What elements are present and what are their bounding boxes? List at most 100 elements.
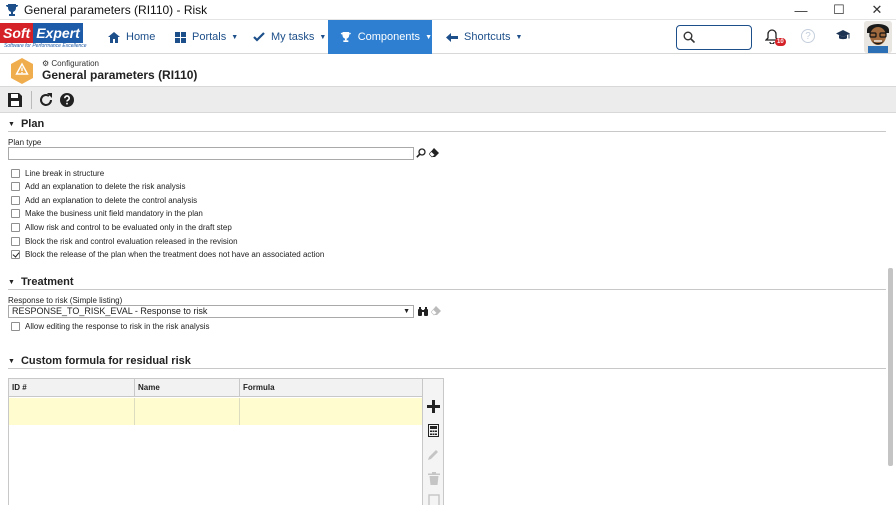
- nav-my-tasks[interactable]: My tasks ▼: [245, 20, 327, 54]
- nav-portals[interactable]: Portals ▼: [167, 20, 239, 54]
- save-icon: [8, 93, 22, 107]
- logo-soft: Soft: [0, 23, 34, 43]
- plan-option-checkbox[interactable]: [11, 237, 20, 246]
- response-to-risk-view-button[interactable]: [417, 305, 429, 317]
- allow-edit-response-checkbox[interactable]: [11, 322, 20, 331]
- plan-option-row[interactable]: Line break in structure: [11, 168, 104, 179]
- softexpert-logo[interactable]: Soft Expert Software for Performance Exc…: [0, 23, 92, 51]
- home-icon: [108, 31, 120, 43]
- nav-my-tasks-label: My tasks: [271, 31, 315, 43]
- plan-option-label: Make the business unit field mandatory i…: [25, 209, 203, 218]
- search-icon: [416, 148, 426, 158]
- plan-option-checkbox[interactable]: [11, 223, 20, 232]
- plan-type-search-button[interactable]: [415, 147, 427, 159]
- plan-option-checkbox[interactable]: [11, 196, 20, 205]
- plan-option-checkbox[interactable]: [11, 182, 20, 191]
- add-row-button[interactable]: [426, 399, 441, 414]
- warning-icon: [11, 58, 33, 84]
- column-header-name[interactable]: Name: [135, 379, 240, 397]
- close-button[interactable]: ✕: [858, 0, 896, 20]
- section-formula-title: Custom formula for residual risk: [20, 355, 191, 367]
- collapse-triangle-icon: ▼: [8, 358, 15, 365]
- graduation-cap-icon[interactable]: [836, 30, 850, 42]
- section-formula-header[interactable]: ▼ Custom formula for residual risk: [8, 355, 886, 369]
- gear-icon: ⚙: [42, 59, 50, 68]
- global-search[interactable]: [676, 25, 752, 50]
- chevron-down-icon: ▼: [319, 33, 327, 41]
- plan-type-label: Plan type: [8, 138, 42, 147]
- view-row-button[interactable]: [426, 493, 441, 505]
- plan-option-row[interactable]: Add an explanation to delete the risk an…: [11, 181, 186, 192]
- formula-calculator-button[interactable]: [426, 423, 441, 438]
- chevron-down-icon: ▼: [515, 33, 523, 41]
- plan-option-row[interactable]: Add an explanation to delete the control…: [11, 195, 197, 206]
- eraser-icon: [431, 306, 441, 316]
- collapse-triangle-icon: ▼: [8, 279, 15, 286]
- refresh-icon: [40, 93, 52, 106]
- allow-edit-response-row[interactable]: Allow editing the response to risk in th…: [11, 321, 210, 332]
- document-icon: [427, 494, 440, 505]
- help-icon[interactable]: ?: [801, 29, 815, 43]
- window-titlebar: General parameters (RI110) - Risk — ☐ ✕: [0, 0, 896, 20]
- allow-edit-response-label: Allow editing the response to risk in th…: [25, 322, 210, 331]
- refresh-button[interactable]: [37, 91, 55, 109]
- user-avatar[interactable]: [864, 21, 892, 53]
- maximize-button[interactable]: ☐: [820, 0, 858, 20]
- plan-option-label: Add an explanation to delete the risk an…: [25, 182, 186, 191]
- vertical-scrollbar[interactable]: [888, 268, 893, 466]
- plan-type-clear-button[interactable]: [428, 147, 440, 159]
- trophy-icon: [340, 31, 351, 43]
- nav-shortcuts[interactable]: Shortcuts ▼: [438, 20, 524, 54]
- table-row[interactable]: [9, 398, 422, 425]
- checkmark-icon: [253, 32, 265, 42]
- save-button[interactable]: [6, 91, 24, 109]
- plan-option-row[interactable]: Make the business unit field mandatory i…: [11, 208, 203, 219]
- nav-home[interactable]: Home: [100, 20, 162, 54]
- section-treatment-header[interactable]: ▼ Treatment: [8, 276, 886, 290]
- delete-row-button[interactable]: [426, 471, 441, 486]
- minimize-button[interactable]: —: [782, 0, 820, 20]
- breadcrumb: ⚙ Configuration: [42, 59, 99, 68]
- calculator-icon: [428, 424, 439, 437]
- section-plan-header[interactable]: ▼ Plan: [8, 118, 886, 132]
- plan-option-label: Block the release of the plan when the t…: [25, 250, 325, 259]
- search-input[interactable]: [699, 29, 749, 46]
- plan-option-checkbox[interactable]: [11, 250, 20, 259]
- logo-expert: Expert: [33, 23, 83, 43]
- plan-option-label: Block the risk and control evaluation re…: [25, 237, 238, 246]
- section-treatment-title: Treatment: [20, 276, 74, 288]
- search-icon: [683, 31, 695, 43]
- nav-components[interactable]: Components ▼: [328, 20, 432, 54]
- nav-portals-label: Portals: [192, 31, 227, 43]
- toolbar: [0, 86, 896, 113]
- plan-option-row[interactable]: Allow risk and control to be evaluated o…: [11, 222, 232, 233]
- response-to-risk-label: Response to risk (Simple listing): [8, 296, 123, 305]
- formula-grid: ID # Name Formula: [8, 378, 423, 505]
- response-to-risk-select[interactable]: RESPONSE_TO_RISK_EVAL - Response to risk…: [8, 305, 414, 318]
- question-circle-icon: [60, 93, 74, 107]
- edit-row-button[interactable]: [426, 447, 441, 462]
- response-to-risk-value: RESPONSE_TO_RISK_EVAL - Response to risk: [12, 306, 208, 316]
- toolbar-separator: [31, 91, 32, 109]
- pencil-icon: [428, 450, 438, 460]
- response-to-risk-clear-button[interactable]: [430, 305, 442, 317]
- shortcut-arrow-icon: [446, 32, 458, 42]
- column-header-id[interactable]: ID #: [9, 379, 135, 397]
- plan-option-checkbox[interactable]: [11, 169, 20, 178]
- plan-option-row[interactable]: Block the release of the plan when the t…: [11, 249, 324, 260]
- trophy-icon: [6, 3, 18, 16]
- help-button[interactable]: [58, 91, 76, 109]
- cell-name[interactable]: [135, 398, 240, 425]
- notification-badge: 10: [775, 38, 786, 46]
- plan-type-field[interactable]: [8, 147, 414, 160]
- grid-action-bar: [423, 378, 444, 505]
- logo-tagline: Software for Performance Excellence: [4, 43, 87, 49]
- cell-id[interactable]: [9, 398, 135, 425]
- cell-formula[interactable]: [240, 398, 422, 425]
- column-header-formula[interactable]: Formula: [240, 379, 422, 397]
- collapse-triangle-icon: ▼: [8, 121, 15, 128]
- plan-option-checkbox[interactable]: [11, 209, 20, 218]
- plan-option-row[interactable]: Block the risk and control evaluation re…: [11, 236, 238, 247]
- breadcrumb-configuration: Configuration: [51, 59, 99, 68]
- section-plan-title: Plan: [20, 118, 45, 130]
